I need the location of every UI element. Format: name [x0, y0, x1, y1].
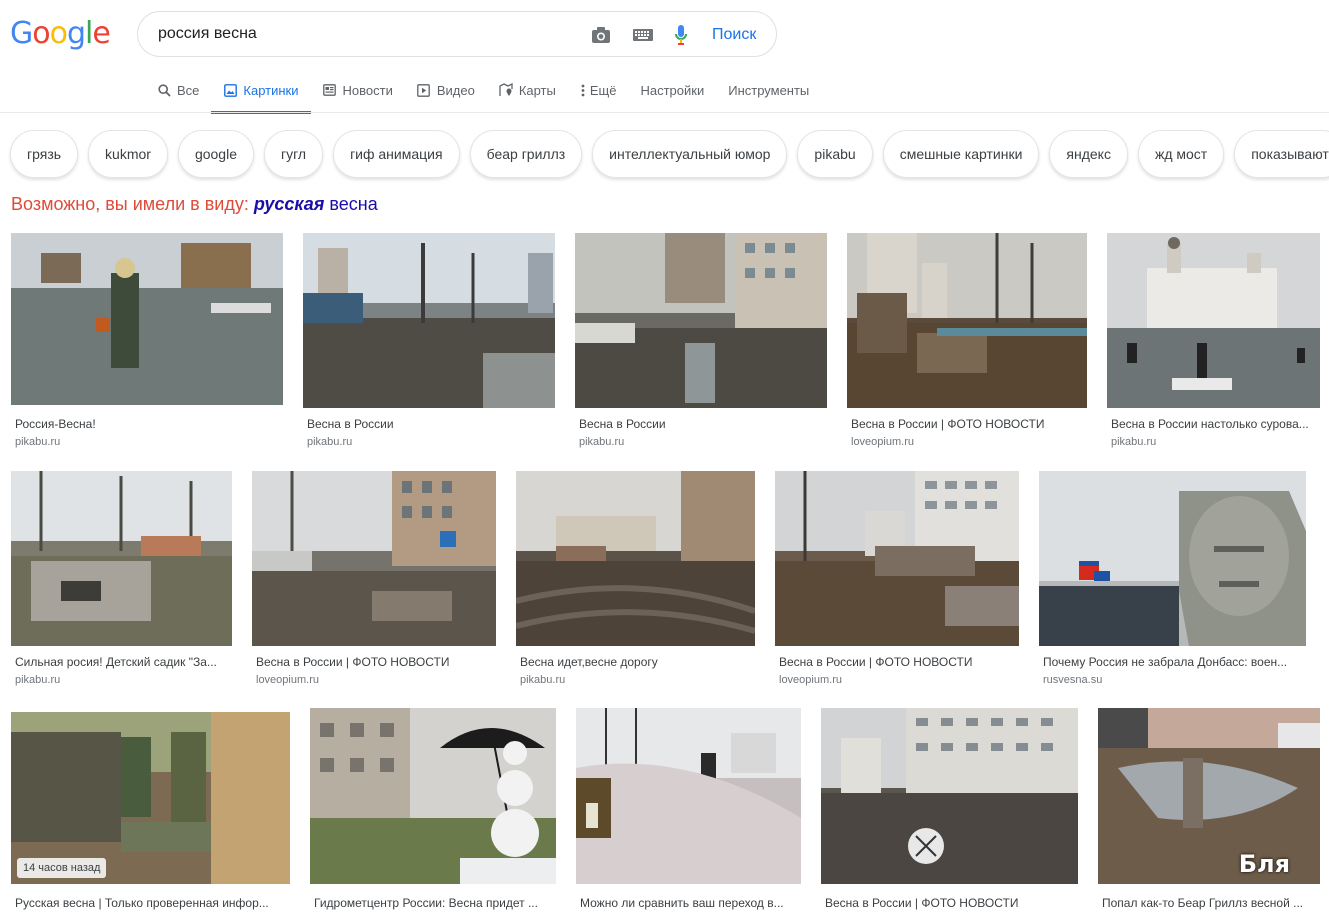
result-thumbnail — [775, 471, 1019, 646]
result-thumbnail — [576, 708, 801, 884]
result-thumbnail — [847, 233, 1087, 408]
result-title: Весна в России | ФОТО НОВОСТИ — [779, 655, 973, 669]
result-source: pikabu.ru — [520, 674, 566, 686]
image-result[interactable]: Весна в России настолько сурова... pikab… — [1107, 233, 1320, 453]
result-source: loveopium.ru — [851, 436, 914, 448]
image-result[interactable]: Бля Попал как-то Беар Гриллз весной ... — [1098, 708, 1320, 919]
result-thumbnail — [575, 233, 827, 408]
result-title: Весна в России | ФОТО НОВОСТИ — [851, 417, 1045, 431]
result-source: loveopium.ru — [256, 674, 319, 686]
image-result[interactable]: Россия-Весна! pikabu.ru — [11, 233, 283, 453]
result-title: Весна в России — [579, 417, 666, 431]
result-thumbnail — [303, 233, 555, 408]
result-title: Русская весна | Только проверенная инфор… — [15, 896, 269, 910]
image-result[interactable]: 14 часов назад Русская весна | Только пр… — [11, 712, 290, 919]
result-thumbnail — [310, 708, 556, 884]
result-title: Можно ли сравнить ваш переход в... — [580, 896, 784, 910]
image-result[interactable]: Весна в России | ФОТО НОВОСТИ — [821, 708, 1078, 919]
image-result[interactable]: Весна в России pikabu.ru — [575, 233, 827, 453]
result-source: pikabu.ru — [307, 436, 353, 448]
image-result[interactable]: Весна в России pikabu.ru — [303, 233, 555, 453]
time-badge: 14 часов назад — [17, 858, 107, 878]
result-thumbnail — [252, 471, 496, 646]
result-source: rusvesna.su — [1043, 674, 1103, 686]
result-source: pikabu.ru — [1111, 436, 1157, 448]
result-title: Весна идет,весне дорогу — [520, 655, 658, 669]
result-title: Весна в России | ФОТО НОВОСТИ — [825, 896, 1019, 910]
image-result[interactable]: Гидрометцентр России: Весна придет ... — [310, 708, 556, 919]
result-title: Почему Россия не забрала Донбасс: воен..… — [1043, 655, 1288, 669]
image-result[interactable]: Почему Россия не забрала Донбасс: воен..… — [1039, 471, 1306, 691]
image-result[interactable]: Весна идет,весне дорогу pikabu.ru — [516, 471, 755, 691]
result-source: pikabu.ru — [579, 436, 625, 448]
image-results: Россия-Весна! pikabu.ru Весна в России p… — [0, 0, 1329, 919]
result-title: Весна в России — [307, 417, 394, 431]
result-title: Весна в России настолько сурова... — [1111, 417, 1309, 431]
image-result[interactable]: Можно ли сравнить ваш переход в... — [576, 708, 801, 919]
result-title: Сильная росия! Детский садик "За... — [15, 655, 217, 669]
image-overlay-caption: Бля — [1238, 850, 1290, 878]
result-thumbnail — [11, 471, 232, 646]
result-thumbnail — [11, 233, 283, 405]
result-title: Попал как-то Беар Гриллз весной ... — [1102, 896, 1304, 910]
result-thumbnail — [821, 708, 1078, 884]
result-title: Гидрометцентр России: Весна придет ... — [314, 896, 538, 910]
result-title: Весна в России | ФОТО НОВОСТИ — [256, 655, 450, 669]
result-thumbnail: Бля — [1098, 708, 1320, 884]
result-source: pikabu.ru — [15, 436, 61, 448]
result-source: pikabu.ru — [15, 674, 61, 686]
result-title: Россия-Весна! — [15, 417, 96, 431]
image-result[interactable]: Весна в России | ФОТО НОВОСТИ loveopium.… — [252, 471, 496, 691]
image-result[interactable]: Весна в России | ФОТО НОВОСТИ loveopium.… — [847, 233, 1087, 453]
image-result[interactable]: Сильная росия! Детский садик "За... pika… — [11, 471, 232, 691]
image-result[interactable]: Весна в России | ФОТО НОВОСТИ loveopium.… — [775, 471, 1019, 691]
result-thumbnail — [1107, 233, 1320, 408]
result-source: loveopium.ru — [779, 674, 842, 686]
result-thumbnail — [516, 471, 755, 646]
result-thumbnail — [1039, 471, 1306, 646]
result-thumbnail: 14 часов назад — [11, 712, 290, 884]
